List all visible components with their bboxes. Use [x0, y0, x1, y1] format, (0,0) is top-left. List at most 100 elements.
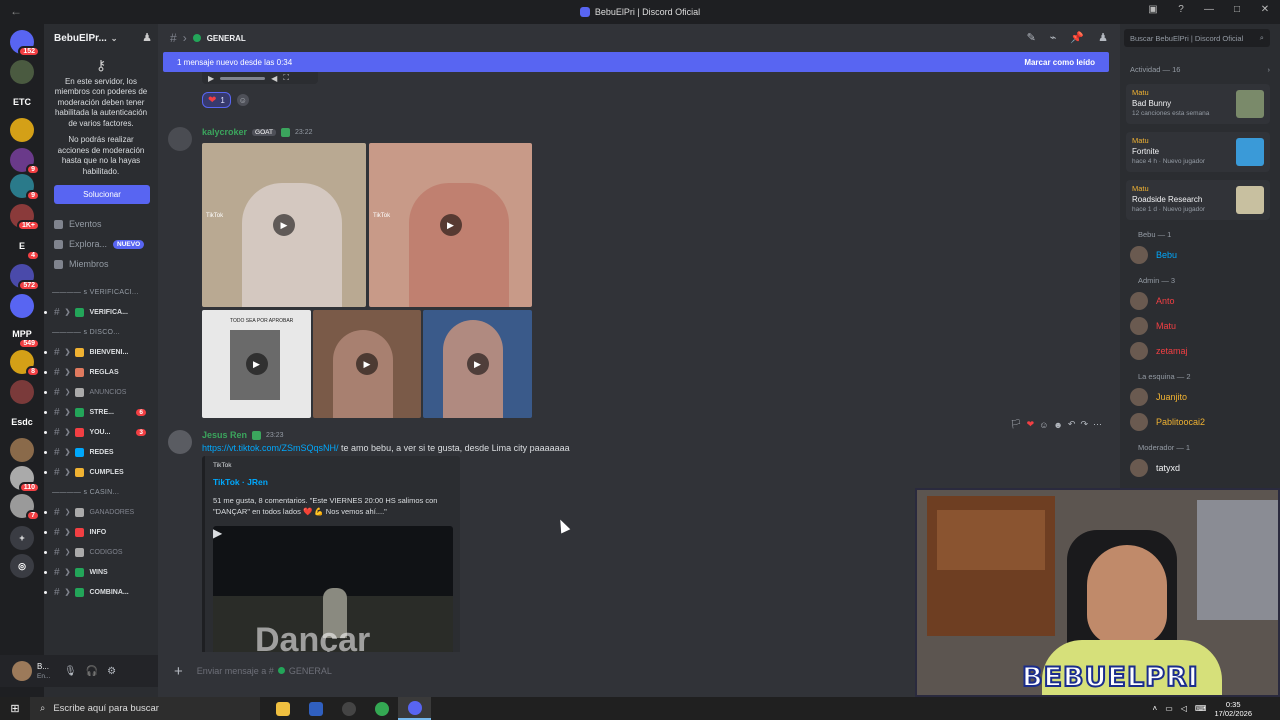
server-icon[interactable]: Esdc [10, 410, 34, 434]
volume-bar[interactable] [220, 76, 266, 80]
channel-item[interactable]: # ❯ STRE... 6 [44, 402, 158, 422]
add-server-icon[interactable]: + [10, 526, 34, 550]
channel-category[interactable]: ———— ꜱ CASIN... [44, 482, 158, 502]
more-icon[interactable]: ⋯ [1093, 419, 1102, 430]
channel-item[interactable]: # ❯ VERIFICA... [44, 302, 158, 322]
obs-icon[interactable] [332, 697, 365, 720]
discord-taskbar-icon[interactable] [398, 697, 431, 720]
activity-card[interactable]: Matu Bad Bunny 12 canciones esta semana [1126, 84, 1270, 124]
network-icon[interactable]: ▭ [1165, 704, 1173, 713]
server-icon[interactable] [10, 118, 34, 142]
mute-bell-icon[interactable]: ⌁ [1050, 31, 1057, 44]
play-icon[interactable]: ▶ [213, 526, 453, 540]
windows-start-icon[interactable]: ⊞ [0, 697, 30, 720]
server-icon[interactable]: MPP 549 [10, 322, 40, 349]
message-input[interactable]: Enviar mensaje a # GENERAL [197, 666, 332, 676]
play-icon[interactable]: ▶ [208, 74, 214, 83]
avatar[interactable] [168, 127, 192, 151]
activity-card[interactable]: Matu Roadside Research hace 1 d · Nuevo ju… [1126, 180, 1270, 220]
video-thumbnail[interactable]: TODO SEA POR APROBAR ▶ [202, 310, 311, 418]
channel-item[interactable]: # ❯ ANUNCIOS [44, 382, 158, 402]
server-icon[interactable]: 572 [10, 264, 40, 291]
server-icon[interactable]: 152 [10, 30, 40, 57]
play-icon[interactable]: ▶ [439, 214, 462, 236]
server-icon[interactable]: 9 [10, 174, 40, 201]
mark-as-read-button[interactable]: Marcar como leído [1024, 58, 1095, 67]
fullscreen-icon[interactable]: ⛶ [283, 73, 289, 83]
server-icon[interactable]: 7 [10, 494, 40, 521]
server-icon[interactable] [10, 60, 34, 84]
video-thumbnail[interactable]: TikTok ▶ [202, 143, 366, 307]
avatar[interactable] [12, 661, 32, 681]
server-icon[interactable]: 8 [10, 350, 40, 377]
back-arrow-icon[interactable]: ← [10, 4, 22, 18]
play-icon[interactable]: ▶ [466, 353, 489, 375]
user-name[interactable]: B... En... [37, 662, 55, 681]
reply-icon[interactable]: ↶ [1068, 419, 1076, 430]
minimize-button[interactable]: — [1202, 4, 1216, 15]
pin-icon[interactable]: 📌 [1070, 31, 1084, 44]
avatar[interactable] [168, 430, 192, 454]
activity-card[interactable]: Matu Fortnite hace 4 h · Nuevo jugador [1126, 132, 1270, 172]
add-attachment-icon[interactable]: + [174, 663, 183, 680]
channel-item[interactable]: # ❯ INFO [44, 522, 158, 542]
settings-gear-icon[interactable]: ⚙ [107, 666, 116, 677]
channel-category[interactable]: ———— ꜱ VERIFICACI... [44, 282, 158, 302]
member-item[interactable]: Bebu [1130, 246, 1177, 264]
heart-reaction[interactable]: ❤ 1 [202, 92, 231, 108]
volume-icon[interactable]: ◀ [271, 74, 277, 83]
discover-icon[interactable]: ◎ [10, 554, 34, 578]
server-icon[interactable] [10, 380, 34, 404]
video-thumbnail[interactable]: TikTok ▶ [369, 143, 532, 307]
server-icon[interactable]: ETC [10, 90, 34, 114]
channel-item[interactable]: # ❯ REDES [44, 442, 158, 462]
play-icon[interactable]: ▶ [356, 353, 378, 375]
chrome-icon[interactable] [365, 697, 398, 720]
member-item[interactable]: Anto [1130, 292, 1175, 310]
channel-category[interactable]: ———— ꜱ DISCO... [44, 322, 158, 342]
add-reaction-icon[interactable]: ☻ [1053, 420, 1062, 430]
member-item[interactable]: tatyxd [1130, 459, 1180, 477]
nav-item[interactable]: Miembros [44, 254, 158, 274]
video-thumbnail[interactable]: ▶ [313, 310, 421, 418]
channel-item[interactable]: # ❯ CUMPLES [44, 462, 158, 482]
smile-emoji-icon[interactable]: ☺ [1039, 420, 1048, 430]
maximize-button[interactable]: □ [1230, 4, 1244, 15]
language-icon[interactable]: ⌨ [1195, 704, 1207, 713]
invite-people-icon[interactable]: ♟ [142, 31, 152, 44]
member-item[interactable]: zetamaj [1130, 342, 1188, 360]
server-icon[interactable]: 1K+ [10, 204, 40, 231]
tray-chevron-icon[interactable]: ˄ [1153, 704, 1158, 713]
channel-item[interactable]: # ❯ WINS [44, 562, 158, 582]
server-icon[interactable]: 110 [10, 466, 40, 493]
threads-header-icon[interactable]: ✎ [1027, 31, 1036, 44]
server-icon[interactable] [10, 294, 34, 318]
message-author[interactable]: kalycroker [202, 127, 247, 137]
heart-icon[interactable]: ❤ [1027, 419, 1035, 430]
activity-header[interactable]: Actividad — 16 › [1130, 65, 1270, 74]
server-name-header[interactable]: BebuElPr... ⌄ [44, 24, 158, 52]
headphones-icon[interactable]: 🎧 [86, 666, 98, 677]
video-thumbnail[interactable]: ▶ [423, 310, 532, 418]
clock[interactable]: 0:35 17/02/2026 [1214, 700, 1252, 718]
server-icon[interactable]: E4 [10, 234, 40, 261]
server-icon[interactable]: 9 [10, 148, 40, 175]
taskbar-search[interactable]: ⌕ Escribe aquí para buscar [30, 697, 260, 720]
new-messages-bar[interactable]: 1 mensaje nuevo desde las 0:34 Marcar co… [163, 52, 1109, 72]
member-item[interactable]: Pablitoocai2 [1130, 413, 1205, 431]
member-list-icon[interactable]: ♟ [1098, 31, 1108, 44]
forward-icon[interactable]: ↷ [1080, 419, 1088, 430]
inbox-icon[interactable]: ▣ [1146, 4, 1160, 15]
member-item[interactable]: Juanjito [1130, 388, 1187, 406]
message-link[interactable]: https://vt.tiktok.com/ZSmSQqsNH/ [202, 443, 339, 453]
threads-icon[interactable]: # [170, 31, 177, 45]
server-icon[interactable] [10, 438, 34, 462]
nav-item[interactable]: Eventos [44, 214, 158, 234]
message-author[interactable]: Jesus Ren [202, 430, 247, 440]
channel-item[interactable]: # ❯ COMBINA... [44, 582, 158, 602]
member-item[interactable]: Matu [1130, 317, 1176, 335]
fix-button[interactable]: Solucionar [54, 185, 150, 204]
channel-item[interactable]: # ❯ REGLAS [44, 362, 158, 382]
embed-video[interactable]: Dançar ▶ [213, 526, 453, 652]
channel-item[interactable]: # ❯ CODIGOS [44, 542, 158, 562]
